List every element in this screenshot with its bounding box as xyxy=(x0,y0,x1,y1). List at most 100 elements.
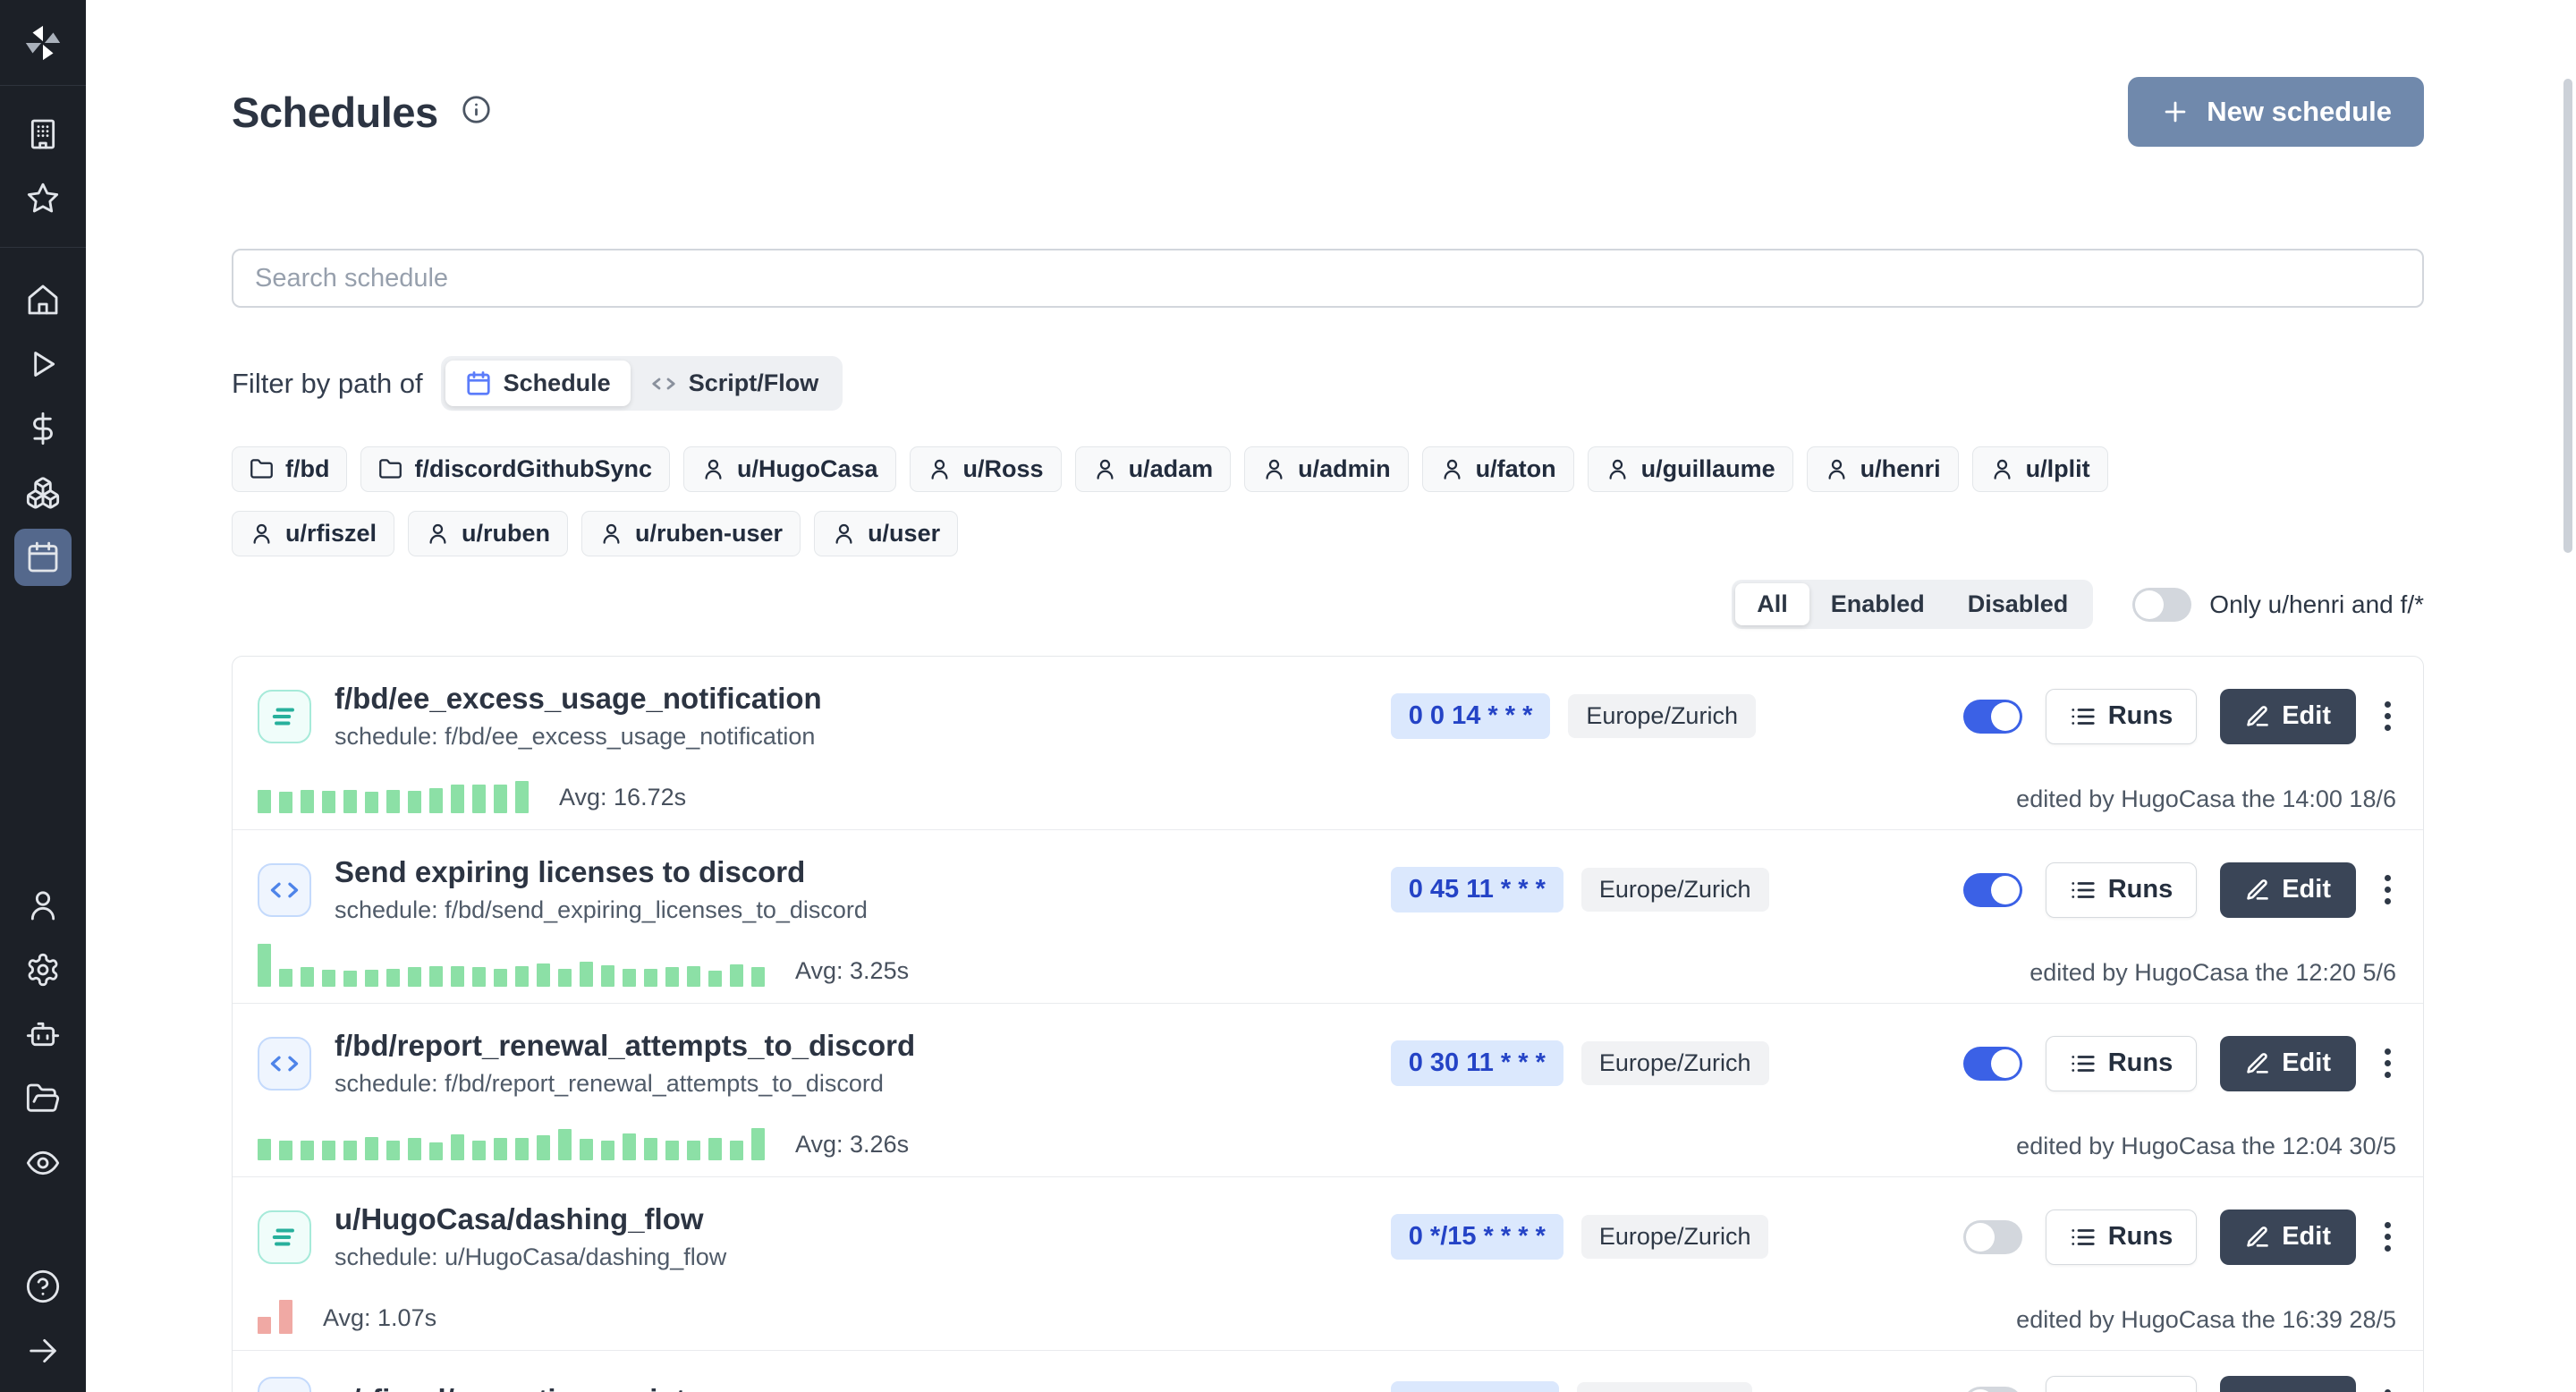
path-chip-u-faton[interactable]: u/faton xyxy=(1422,446,1574,492)
user-icon xyxy=(928,457,952,481)
more-options-button[interactable] xyxy=(2379,1041,2396,1085)
sidebar-item-user[interactable] xyxy=(14,877,72,934)
user-icon xyxy=(1262,457,1286,481)
sidebar-item-building[interactable] xyxy=(14,106,72,163)
runs-button[interactable]: Runs xyxy=(2046,1210,2198,1265)
runs-button[interactable]: Runs xyxy=(2046,1376,2198,1392)
toggle-schedule[interactable]: Schedule xyxy=(445,361,631,406)
path-chip-u-hugocasa[interactable]: u/HugoCasa xyxy=(683,446,896,492)
edited-by-label: edited by HugoCasa the 14:00 18/6 xyxy=(2016,785,2396,813)
windmill-logo[interactable] xyxy=(0,0,86,85)
runs-button[interactable]: Runs xyxy=(2046,1036,2198,1091)
edit-button[interactable]: Edit xyxy=(2220,689,2356,744)
schedule-summary: schedule: f/bd/report_renewal_attempts_t… xyxy=(335,1070,915,1098)
eye-icon xyxy=(25,1145,61,1181)
path-chip-u-ross[interactable]: u/Ross xyxy=(910,446,1062,492)
sidebar-divider xyxy=(0,85,86,86)
schedule-enabled-toggle[interactable] xyxy=(1963,700,2022,734)
timezone-badge: Europe/Zurich xyxy=(1581,868,1769,912)
sidebar-item-bot[interactable] xyxy=(14,1006,72,1063)
path-chip-u-guillaume[interactable]: u/guillaume xyxy=(1588,446,1793,492)
sidebar-item-settings[interactable] xyxy=(14,941,72,998)
edited-by-label: edited by HugoCasa the 12:20 5/6 xyxy=(2029,959,2396,987)
path-chip-f-discordgithubsync[interactable]: f/discordGithubSync xyxy=(360,446,670,492)
path-chip-u-admin[interactable]: u/admin xyxy=(1244,446,1409,492)
user-icon xyxy=(1990,457,2014,481)
star-icon xyxy=(25,181,61,216)
app-window: Schedules New schedule Filter by path of… xyxy=(0,0,2576,1392)
main-content: Schedules New schedule Filter by path of… xyxy=(86,0,2576,1392)
help-icon xyxy=(25,1269,61,1304)
more-options-button[interactable] xyxy=(2379,1215,2396,1259)
bot-icon xyxy=(25,1016,61,1052)
scrollbar-thumb[interactable] xyxy=(2563,79,2572,553)
edit-button[interactable]: Edit xyxy=(2220,862,2356,918)
path-chip-u-adam[interactable]: u/adam xyxy=(1075,446,1232,492)
edit-button[interactable]: Edit xyxy=(2220,1376,2356,1392)
more-options-button[interactable] xyxy=(2379,694,2396,738)
timezone-badge: Europe/Paris xyxy=(1577,1382,1752,1392)
path-chip-u-ruben-user[interactable]: u/ruben-user xyxy=(581,511,801,556)
info-icon[interactable] xyxy=(462,95,491,129)
user-icon xyxy=(832,522,856,546)
tab-enabled[interactable]: Enabled xyxy=(1809,583,1946,625)
user-icon xyxy=(1093,457,1117,481)
only-henri-toggle[interactable] xyxy=(2132,588,2191,622)
sidebar-item-folder-open[interactable] xyxy=(14,1070,72,1127)
runs-button[interactable]: Runs xyxy=(2046,862,2198,918)
path-chip-u-lplit[interactable]: u/lplit xyxy=(1972,446,2108,492)
sidebar-item-boxes[interactable] xyxy=(14,464,72,522)
cron-badge: */10 * * * * * xyxy=(1391,1381,1559,1392)
tab-disabled[interactable]: Disabled xyxy=(1946,583,2090,625)
search-input[interactable] xyxy=(232,249,2424,308)
path-chip-u-henri[interactable]: u/henri xyxy=(1807,446,1959,492)
sidebar-item-dollar[interactable] xyxy=(14,400,72,457)
tab-all[interactable]: All xyxy=(1735,583,1809,625)
path-chip-f-bd[interactable]: f/bd xyxy=(232,446,347,492)
sidebar-item-arrow-right[interactable] xyxy=(14,1322,72,1379)
edited-by-label: edited by HugoCasa the 16:39 28/5 xyxy=(2016,1306,2396,1334)
toggle-script-flow[interactable]: Script/Flow xyxy=(631,361,839,406)
avg-duration-label: Avg: 16.72s xyxy=(559,784,686,813)
cron-badge: 0 0 14 * * * xyxy=(1391,693,1551,739)
sidebar-item-calendar[interactable] xyxy=(14,529,72,586)
flow-icon xyxy=(258,1210,311,1264)
timezone-badge: Europe/Zurich xyxy=(1581,1215,1769,1259)
sidebar-item-eye[interactable] xyxy=(14,1134,72,1192)
more-options-button[interactable] xyxy=(2379,1382,2396,1392)
schedule-summary: schedule: f/bd/ee_excess_usage_notificat… xyxy=(335,723,822,751)
code-icon xyxy=(650,370,677,397)
code-icon xyxy=(258,863,311,917)
sidebar-item-home[interactable] xyxy=(14,271,72,328)
path-filter-chips: f/bd f/discordGithubSync u/HugoCasa u/Ross u… xyxy=(232,446,2253,556)
more-options-button[interactable] xyxy=(2379,868,2396,912)
schedule-enabled-toggle[interactable] xyxy=(1963,873,2022,907)
pencil-icon xyxy=(2245,1225,2270,1250)
schedule-name: f/bd/report_renewal_attempts_to_discord xyxy=(335,1029,915,1063)
schedule-row: u/HugoCasa/dashing_flow schedule: u/Hugo… xyxy=(233,1176,2423,1350)
runs-sparkline xyxy=(258,768,529,813)
sidebar-item-play[interactable] xyxy=(14,335,72,393)
schedule-list: f/bd/ee_excess_usage_notification schedu… xyxy=(232,656,2424,1392)
path-chip-u-ruben[interactable]: u/ruben xyxy=(408,511,568,556)
schedule-enabled-toggle[interactable] xyxy=(1963,1047,2022,1081)
schedule-enabled-toggle[interactable] xyxy=(1963,1220,2022,1254)
path-chip-u-user[interactable]: u/user xyxy=(814,511,958,556)
only-henri-label: Only u/henri and f/* xyxy=(2209,590,2424,619)
sidebar-item-star[interactable] xyxy=(14,170,72,227)
schedule-enabled-toggle[interactable] xyxy=(1963,1387,2022,1392)
path-chip-u-rfiszel[interactable]: u/rfiszel xyxy=(232,511,394,556)
new-schedule-button[interactable]: New schedule xyxy=(2128,77,2424,147)
runs-button[interactable]: Runs xyxy=(2046,689,2198,744)
pencil-icon xyxy=(2245,878,2270,903)
cron-badge: 0 */15 * * * * xyxy=(1391,1214,1563,1260)
schedule-name: u/rfiszel/evocative_script xyxy=(335,1383,686,1392)
arrow-right-icon xyxy=(25,1333,61,1369)
schedule-name: f/bd/ee_excess_usage_notification xyxy=(335,682,822,716)
boxes-icon xyxy=(25,475,61,511)
edit-button[interactable]: Edit xyxy=(2220,1210,2356,1265)
user-icon xyxy=(426,522,450,546)
home-icon xyxy=(25,282,61,318)
edit-button[interactable]: Edit xyxy=(2220,1036,2356,1091)
sidebar-item-help[interactable] xyxy=(14,1258,72,1315)
